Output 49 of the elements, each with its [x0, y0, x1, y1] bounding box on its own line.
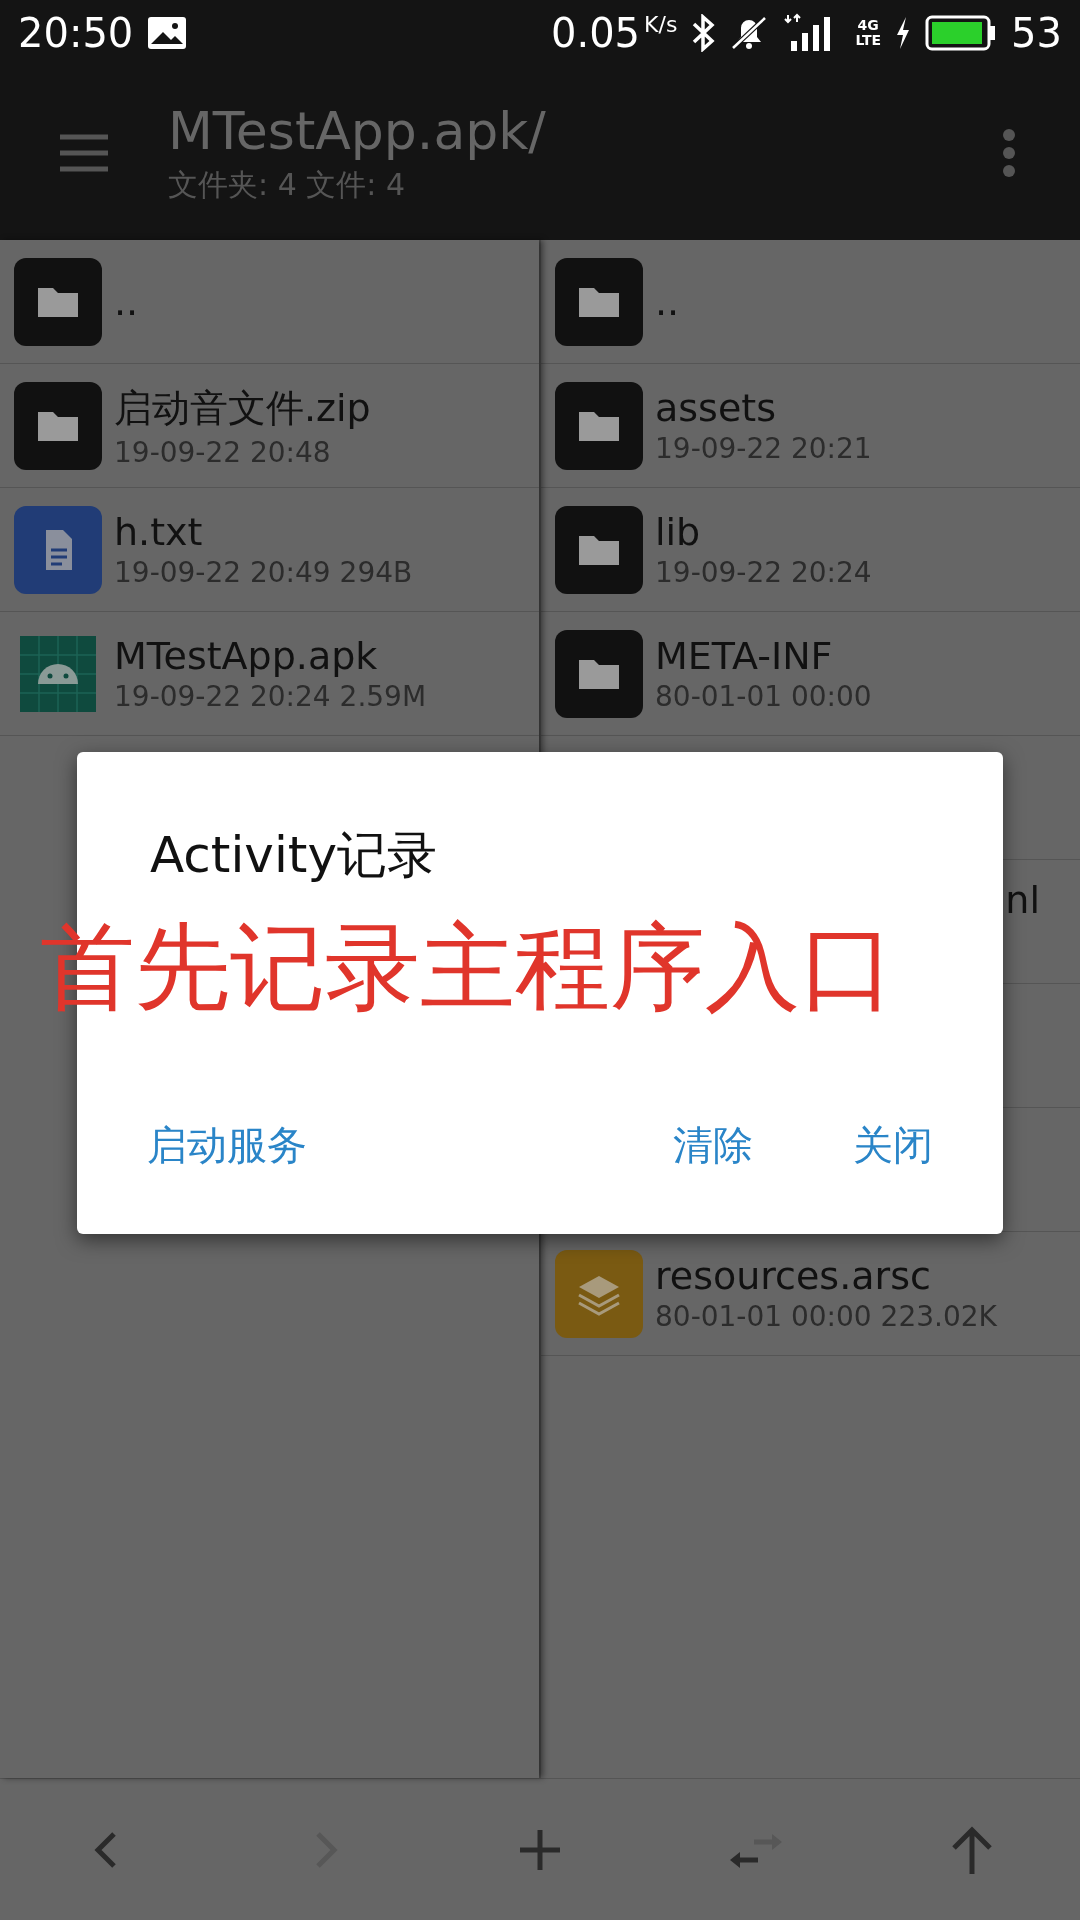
folder-title: MTestApp.apk/ [168, 100, 547, 161]
folder-icon [14, 381, 102, 470]
file-meta: 19-09-22 20:21 [655, 432, 872, 465]
battery-icon [925, 15, 998, 51]
file-name: lib [655, 510, 702, 554]
layers-icon [555, 1249, 643, 1338]
file-name: assets [655, 386, 777, 430]
folder-counts: 文件夹: 4 文件: 4 [168, 165, 406, 204]
folder-icon [555, 381, 643, 470]
file-meta: 80-01-01 00:00 [655, 680, 872, 713]
file-row[interactable]: 启动音文件.zip 19-09-22 20:48 [0, 364, 539, 488]
file-name: nl [1005, 878, 1040, 922]
network-type: 4G [857, 18, 879, 33]
folder-icon [555, 629, 643, 718]
file-name: META-INF [655, 634, 834, 678]
file-row[interactable]: lib 19-09-22 20:24 [541, 488, 1080, 612]
clock: 20:50 [18, 10, 134, 56]
folder-icon [555, 505, 643, 594]
dialog-title: Activity记录 [150, 825, 438, 886]
file-name: h.txt [114, 510, 204, 554]
dialog-button[interactable]: 启动服务 [147, 1112, 307, 1179]
file-row[interactable]: .. [541, 240, 1080, 364]
battery-percent: 53 [1011, 10, 1062, 56]
file-name: MTestApp.apk [114, 634, 379, 678]
file-row[interactable]: .. [0, 240, 539, 364]
image-icon [147, 16, 188, 50]
file-meta: 19-09-22 20:24 [655, 556, 872, 589]
file-name: resources.arsc [655, 1254, 932, 1298]
file-name: .. [655, 279, 680, 324]
file-meta: 19-09-22 20:24 2.59M [114, 680, 427, 713]
dialog-button[interactable]: 关闭 [853, 1112, 933, 1179]
document-icon [14, 505, 102, 594]
file-row[interactable]: MTestApp.apk 19-09-22 20:24 2.59M [0, 612, 539, 736]
speed-unit: K/s [644, 12, 678, 37]
folder-icon [555, 257, 643, 346]
file-meta: 19-09-22 20:49 294B [114, 556, 413, 589]
file-name: .. [114, 279, 139, 324]
folder-icon [14, 257, 102, 346]
bluetooth-icon [691, 14, 716, 52]
network-speed: 0.05 [551, 10, 641, 56]
file-name: 启动音文件.zip [114, 384, 371, 432]
file-meta: 80-01-01 00:00 223.02K [655, 1300, 997, 1333]
file-row[interactable]: META-INF 80-01-01 00:00 [541, 612, 1080, 736]
network-subtype: LTE [855, 33, 882, 48]
file-row[interactable]: h.txt 19-09-22 20:49 294B [0, 488, 539, 612]
file-meta: 19-09-22 20:48 [114, 435, 332, 469]
file-row[interactable]: assets 19-09-22 20:21 [541, 364, 1080, 488]
dialog-button[interactable]: 清除 [673, 1112, 753, 1179]
charging-icon [895, 16, 912, 50]
